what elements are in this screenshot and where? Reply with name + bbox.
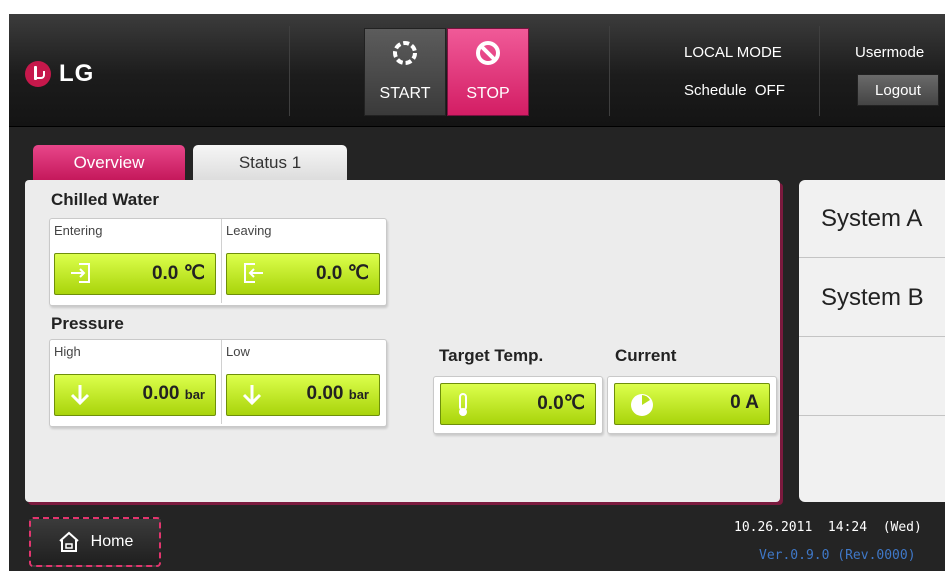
tab-status-1[interactable]: Status 1: [193, 145, 347, 181]
target-temp-unit: ℃: [563, 393, 585, 414]
current-value: 0: [730, 392, 741, 413]
leaving-value-box: 0.0 ℃: [226, 253, 380, 295]
leaving-value: 0.0: [315, 263, 343, 284]
start-button[interactable]: START: [364, 28, 446, 116]
current-title: Current: [615, 346, 677, 365]
system-b-item[interactable]: System B: [799, 259, 945, 337]
current-value-box: 0 A: [614, 383, 770, 425]
version-text: Ver.0.9.0 (Rev.0000): [759, 548, 916, 563]
system-empty-row: [799, 417, 945, 495]
divider: [609, 26, 610, 116]
home-label: Home: [90, 533, 134, 550]
home-icon: [58, 531, 79, 552]
high-pressure-value-box: 0.00 bar: [54, 374, 216, 416]
low-pressure-value: 0.00: [306, 383, 344, 404]
divider: [819, 26, 820, 116]
top-bar: LG START STOP LOCAL MODE Schedule OFF Us…: [9, 14, 945, 127]
start-label: START: [379, 85, 431, 102]
entering-unit: ℃: [183, 263, 205, 284]
target-temp-group: 0.0℃: [433, 376, 603, 434]
stop-icon: [476, 41, 500, 65]
arrow-into-box-icon: [71, 263, 90, 283]
arrow-down-icon: [70, 385, 90, 406]
target-temp-value: 0.0: [537, 393, 564, 414]
divider: [289, 26, 290, 116]
system-panel: System A System B: [799, 180, 945, 502]
gauge-icon: [631, 394, 653, 416]
leaving-unit: ℃: [347, 263, 369, 284]
entering-value-box: 0.0 ℃: [54, 253, 216, 295]
entering-label: Entering: [54, 223, 103, 238]
start-icon: [393, 41, 417, 65]
high-pressure-value: 0.00: [142, 383, 180, 404]
chilled-water-group: Entering Leaving 0.0 ℃ 0.0 ℃: [49, 218, 387, 306]
user-mode: Usermode: [855, 44, 925, 61]
system-empty-row: [799, 338, 945, 416]
current-unit: A: [745, 392, 759, 413]
lg-logo: LG: [25, 60, 94, 88]
divider: [221, 219, 222, 303]
low-pressure-unit: bar: [348, 387, 369, 402]
lg-control-screen: LG START STOP LOCAL MODE Schedule OFF Us…: [9, 14, 945, 571]
entering-value: 0.0: [151, 263, 179, 284]
arrow-out-of-box-icon: [244, 263, 263, 283]
lg-logo-icon: [25, 61, 51, 87]
arrow-down-icon: [242, 385, 262, 406]
leaving-label: Leaving: [226, 223, 272, 238]
current-group: 0 A: [607, 376, 777, 434]
datetime: 10.26.2011 14:24 (Wed): [734, 520, 922, 535]
tab-overview[interactable]: Overview: [33, 145, 185, 181]
pressure-title: Pressure: [51, 314, 124, 333]
high-label: High: [54, 344, 81, 359]
schedule-status: Schedule OFF: [684, 82, 785, 99]
overview-panel: Chilled Water Entering Leaving 0.0 ℃ 0.0…: [25, 180, 780, 502]
mode-status: LOCAL MODE: [684, 44, 782, 61]
brand-name: LG: [59, 60, 95, 87]
stop-label: STOP: [466, 85, 510, 102]
low-pressure-value-box: 0.00 bar: [226, 374, 380, 416]
target-temp-title: Target Temp.: [439, 346, 544, 365]
chilled-water-title: Chilled Water: [51, 190, 159, 209]
high-pressure-unit: bar: [184, 387, 205, 402]
pressure-group: High Low 0.00 bar 0.00 bar: [49, 339, 387, 427]
system-a-item[interactable]: System A: [799, 180, 945, 258]
target-temp-value-box: 0.0℃: [440, 383, 596, 425]
divider: [221, 340, 222, 424]
low-label: Low: [226, 344, 250, 359]
thermometer-icon: [459, 393, 467, 416]
logout-button[interactable]: Logout: [857, 74, 939, 106]
stop-button[interactable]: STOP: [447, 28, 529, 116]
home-button[interactable]: Home: [29, 517, 161, 567]
